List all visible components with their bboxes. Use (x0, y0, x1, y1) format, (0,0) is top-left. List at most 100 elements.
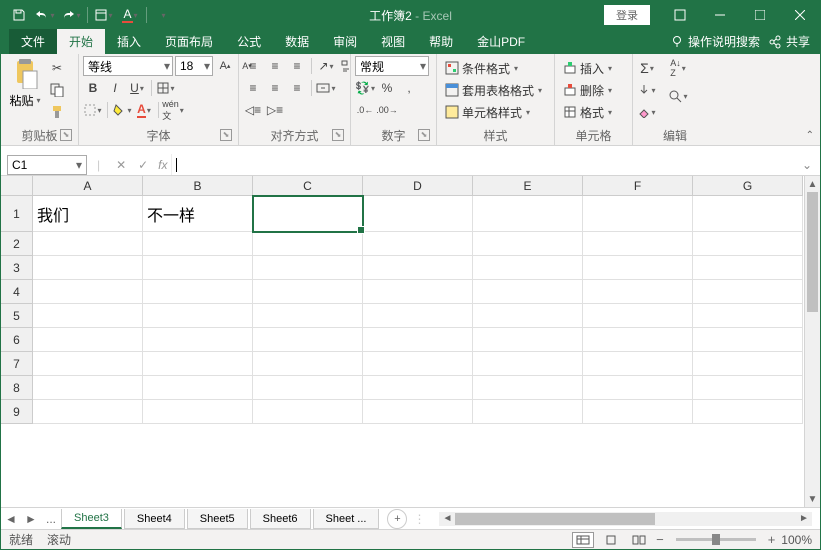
fill-color-icon[interactable]: ▾ (112, 100, 132, 120)
font-size-combo[interactable]: 18▾ (175, 56, 213, 76)
cell-F6[interactable] (583, 328, 693, 352)
align-middle-icon[interactable]: ≡ (265, 56, 285, 76)
decrease-decimal-icon[interactable]: .00→ (377, 100, 397, 120)
cell-F9[interactable] (583, 400, 693, 424)
scroll-down-icon[interactable]: ▼ (805, 491, 820, 507)
format-painter-icon[interactable] (47, 102, 67, 122)
merge-icon[interactable]: ▾ (316, 78, 336, 98)
cell-E4[interactable] (473, 280, 583, 304)
comma-icon[interactable]: , (399, 78, 419, 98)
cell-C7[interactable] (253, 352, 363, 376)
close-icon[interactable] (780, 1, 820, 29)
expand-formula-icon[interactable]: ⌄ (794, 158, 820, 172)
col-header-E[interactable]: E (473, 176, 583, 196)
cell-D7[interactable] (363, 352, 473, 376)
cell-A7[interactable] (33, 352, 143, 376)
scroll-left-icon[interactable]: ◄ (439, 511, 455, 527)
cell-A1[interactable]: 我们 (33, 196, 143, 232)
cell-E5[interactable] (473, 304, 583, 328)
fill-icon[interactable]: ▾ (637, 80, 657, 100)
tab-view[interactable]: 视图 (369, 29, 417, 54)
share-button[interactable]: 共享 (768, 33, 810, 50)
cell-D4[interactable] (363, 280, 473, 304)
row-header-4[interactable]: 4 (1, 280, 33, 304)
delete-cells-button[interactable]: 删除▾ (559, 80, 616, 100)
copy-icon[interactable] (47, 80, 67, 100)
insert-cells-button[interactable]: 插入▾ (559, 58, 616, 78)
cell-G1[interactable] (693, 196, 803, 232)
form-icon[interactable]: ▾ (92, 4, 116, 26)
cell-A5[interactable] (33, 304, 143, 328)
find-select-icon[interactable]: ▾ (663, 86, 693, 106)
sheet-tab-Sheet5[interactable]: Sheet5 (187, 509, 248, 529)
cell-D6[interactable] (363, 328, 473, 352)
cell-G6[interactable] (693, 328, 803, 352)
minimize-icon[interactable] (700, 1, 740, 29)
view-normal-icon[interactable] (572, 532, 594, 548)
cell-D5[interactable] (363, 304, 473, 328)
row-header-9[interactable]: 9 (1, 400, 33, 424)
col-header-G[interactable]: G (693, 176, 803, 196)
row-header-8[interactable]: 8 (1, 376, 33, 400)
tab-layout[interactable]: 页面布局 (153, 29, 225, 54)
cell-F2[interactable] (583, 232, 693, 256)
cell-E8[interactable] (473, 376, 583, 400)
cell-B5[interactable] (143, 304, 253, 328)
cell-style-button[interactable]: 单元格样式▾ (441, 102, 534, 122)
conditional-format-button[interactable]: 条件格式▾ (441, 58, 522, 78)
increase-decimal-icon[interactable]: .0← (355, 100, 375, 120)
spreadsheet-grid[interactable]: ABCDEFG1我们不一样23456789 (1, 176, 804, 507)
number-launcher[interactable]: ⬊ (418, 129, 430, 141)
sheet-tab-Sheet6[interactable]: Sheet6 (250, 509, 311, 529)
redo-icon[interactable]: ▾ (59, 4, 83, 26)
italic-button[interactable]: I (105, 78, 125, 98)
cell-E7[interactable] (473, 352, 583, 376)
select-all-corner[interactable] (1, 176, 33, 196)
horizontal-scrollbar[interactable]: ◄ ► (439, 512, 812, 526)
qat-customize-icon[interactable]: ▾ (151, 4, 175, 26)
cell-F3[interactable] (583, 256, 693, 280)
zoom-thumb[interactable] (712, 534, 720, 545)
align-bottom-icon[interactable]: ≡ (287, 56, 307, 76)
grow-font-icon[interactable]: A▴ (215, 56, 235, 76)
tab-data[interactable]: 数据 (273, 29, 321, 54)
orientation-icon[interactable]: ↗▾ (316, 56, 336, 76)
decrease-indent-icon[interactable]: ◁≡ (243, 100, 263, 120)
align-center-icon[interactable]: ≡ (265, 78, 285, 98)
cell-B2[interactable] (143, 232, 253, 256)
scroll-right-icon[interactable]: ► (796, 511, 812, 527)
align-left-icon[interactable]: ≡ (243, 78, 263, 98)
format-cells-button[interactable]: 格式▾ (559, 102, 616, 122)
h-scroll-thumb[interactable] (455, 513, 655, 525)
sheet-nav-prev-icon[interactable]: ► (21, 512, 41, 526)
zoom-out-button[interactable]: − (656, 532, 664, 547)
cell-F5[interactable] (583, 304, 693, 328)
increase-indent-icon[interactable]: ▷≡ (265, 100, 285, 120)
sheet-nav-first-icon[interactable]: ◄ (1, 512, 21, 526)
cell-D1[interactable] (363, 196, 473, 232)
autosum-icon[interactable]: Σ▾ (637, 58, 657, 78)
font-color-icon[interactable]: A▾ (134, 100, 154, 120)
row-header-2[interactable]: 2 (1, 232, 33, 256)
view-pagebreak-icon[interactable] (628, 532, 650, 548)
tab-home[interactable]: 开始 (57, 29, 105, 54)
sheet-nav-more-icon[interactable]: ... (41, 512, 61, 526)
tab-review[interactable]: 审阅 (321, 29, 369, 54)
cell-F1[interactable] (583, 196, 693, 232)
ribbon-options-icon[interactable] (660, 1, 700, 29)
col-header-F[interactable]: F (583, 176, 693, 196)
save-icon[interactable] (7, 4, 31, 26)
table-format-button[interactable]: 套用表格格式▾ (441, 80, 546, 100)
sort-filter-icon[interactable]: A↓Z▾ (663, 58, 693, 78)
cell-E1[interactable] (473, 196, 583, 232)
row-header-1[interactable]: 1 (1, 196, 33, 232)
vertical-scrollbar[interactable]: ▲ ▼ (804, 176, 820, 507)
clipboard-launcher[interactable]: ⬊ (60, 129, 72, 141)
cell-G7[interactable] (693, 352, 803, 376)
align-launcher[interactable]: ⬊ (332, 129, 344, 141)
sheet-tab-Sheet3[interactable]: Sheet3 (61, 509, 122, 529)
scroll-up-icon[interactable]: ▲ (805, 176, 820, 192)
cell-B7[interactable] (143, 352, 253, 376)
cell-C5[interactable] (253, 304, 363, 328)
cell-G8[interactable] (693, 376, 803, 400)
